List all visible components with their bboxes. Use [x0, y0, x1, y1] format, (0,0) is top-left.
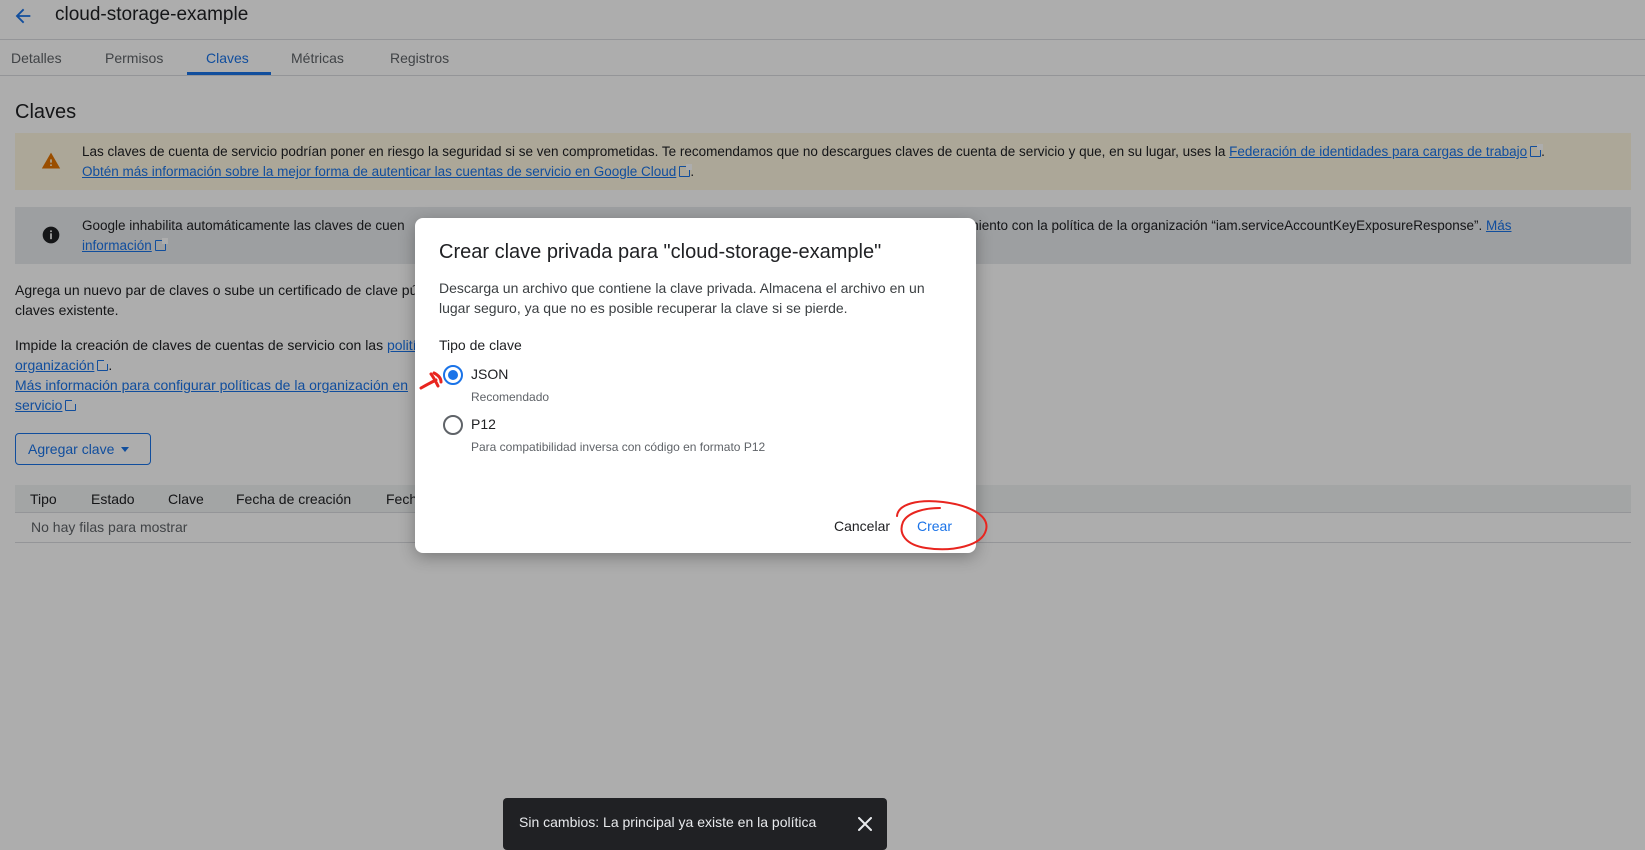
snackbar-message: Sin cambios: La principal ya existe en l… [519, 814, 817, 830]
snackbar-close-button[interactable] [853, 812, 877, 836]
create-button[interactable]: Crear [917, 518, 952, 534]
create-key-dialog: Crear clave privada para "cloud-storage-… [415, 218, 976, 553]
page: cloud-storage-example Detalles Permisos … [0, 0, 1645, 850]
p12-option-sublabel: Para compatibilidad inversa con código e… [471, 440, 766, 454]
json-option-label[interactable]: JSON [471, 366, 508, 382]
snackbar: Sin cambios: La principal ya existe en l… [503, 798, 887, 850]
json-option-sublabel: Recomendado [471, 390, 550, 404]
p12-radio[interactable] [443, 415, 463, 435]
cancel-button[interactable]: Cancelar [834, 518, 890, 534]
close-icon [858, 817, 872, 831]
json-radio[interactable] [443, 365, 463, 385]
p12-option-label[interactable]: P12 [471, 416, 496, 432]
key-type-label: Tipo de clave [439, 337, 522, 353]
dialog-title: Crear clave privada para "cloud-storage-… [439, 241, 882, 263]
dialog-description: Descarga un archivo que contiene la clav… [439, 280, 925, 316]
